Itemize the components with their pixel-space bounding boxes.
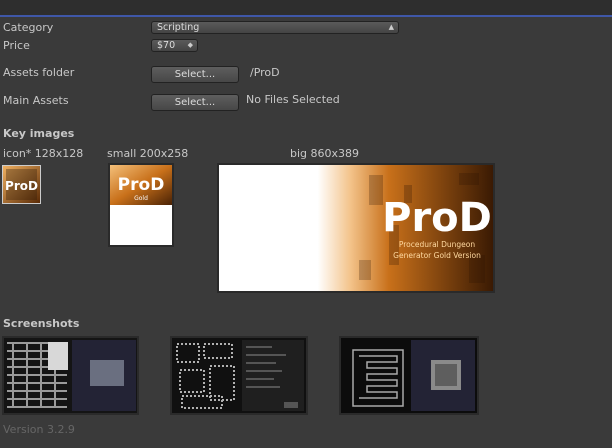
- prod-big-image: ProD Procedural Dungeon Generator Gold V…: [219, 165, 493, 291]
- big-subtitle-line-2: Generator Gold Version: [393, 251, 481, 260]
- screenshot-thumbnail-1[interactable]: [2, 336, 139, 415]
- small-image-slot[interactable]: ProD Gold: [108, 163, 174, 247]
- category-value: Scripting: [157, 22, 200, 33]
- top-bar: [0, 0, 612, 17]
- big-logo-text: ProD: [382, 195, 492, 241]
- prod-small-image: ProD Gold: [110, 165, 172, 245]
- assets-folder-value: /ProD: [250, 66, 280, 79]
- big-size-label: big 860x389: [290, 147, 360, 160]
- key-images-heading: Key images: [3, 127, 75, 140]
- main-assets-label: Main Assets: [3, 94, 69, 107]
- small-logo-text: ProD: [118, 175, 165, 195]
- screenshot-thumbnail-3[interactable]: [339, 336, 479, 415]
- prod-icon-image: ProD: [3, 166, 40, 203]
- price-dropdown[interactable]: $70 ◆: [151, 39, 198, 52]
- main-assets-select-button[interactable]: Select...: [151, 94, 239, 111]
- assets-folder-select-button[interactable]: Select...: [151, 66, 239, 83]
- version-label: Version 3.2.9: [3, 423, 75, 436]
- icon-size-label: icon* 128x128: [3, 147, 84, 160]
- icon-image-slot[interactable]: ProD: [2, 165, 41, 204]
- small-logo-subtext: Gold: [134, 195, 148, 202]
- price-label: Price: [3, 39, 30, 52]
- big-subtitle-line-1: Procedural Dungeon: [399, 240, 476, 249]
- dungeon-screenshot-1: [4, 338, 137, 413]
- dungeon-screenshot-3: [341, 338, 477, 413]
- category-label: Category: [3, 21, 54, 34]
- assets-folder-label: Assets folder: [3, 66, 75, 79]
- screenshot-thumbnail-2[interactable]: [170, 336, 308, 415]
- updown-arrow-icon: ▲: [388, 23, 394, 31]
- small-size-label: small 200x258: [107, 147, 189, 160]
- main-assets-value: No Files Selected: [246, 93, 340, 106]
- price-value: $70: [157, 40, 176, 51]
- screenshots-heading: Screenshots: [3, 317, 80, 330]
- dungeon-screenshot-2: [172, 338, 306, 413]
- icon-logo-text: ProD: [5, 179, 38, 193]
- big-image-slot[interactable]: ProD Procedural Dungeon Generator Gold V…: [217, 163, 495, 293]
- updown-arrow-icon: ◆: [187, 41, 193, 49]
- category-dropdown[interactable]: Scripting ▲: [151, 21, 399, 34]
